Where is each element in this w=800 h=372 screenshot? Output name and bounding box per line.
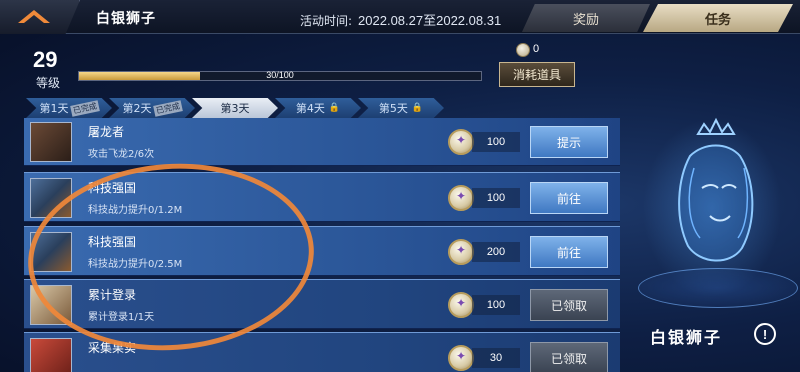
lion-head-icon [678, 117, 754, 262]
top-bar: 白银狮子 活动时间: 2022.08.27至2022.08.31 奖励 任务 [0, 0, 800, 34]
tab-day-2[interactable]: 第2天 已完成 [109, 98, 195, 118]
info-icon[interactable]: ! [754, 323, 776, 345]
reward-coin-icon [448, 185, 474, 211]
task-row: 采集果实 30 已领取 [24, 332, 620, 372]
completed-stamp: 已完成 [152, 99, 183, 117]
lion-emblem: 白银狮子 ! [630, 98, 800, 372]
page-title: 白银狮子 [96, 11, 156, 27]
hint-button[interactable]: 提示 [530, 126, 608, 158]
tab-day-3[interactable]: 第3天 [192, 98, 278, 118]
day-label: 第3天 [220, 102, 250, 115]
go-button[interactable]: 前往 [530, 236, 608, 268]
day-label: 第4天 [295, 102, 325, 115]
reward-amount: 200 [472, 242, 520, 262]
completed-stamp: 已完成 [69, 99, 100, 117]
dragon-slayer-icon [30, 122, 72, 162]
task-name: 屠龙者 [88, 125, 125, 139]
reward-amount: 30 [472, 348, 520, 368]
task-desc: 累计登录1/1天 [88, 312, 155, 323]
task-desc: 科技战力提升0/2.5M [88, 259, 183, 270]
task-row: 屠龙者 攻击飞龙2/6次 100 提示 [24, 118, 620, 166]
back-button[interactable] [0, 0, 80, 34]
reward-coin-icon [448, 345, 474, 371]
go-button[interactable]: 前往 [530, 182, 608, 214]
login-icon [30, 285, 72, 325]
task-name: 科技强国 [88, 235, 137, 249]
lock-icon: 🔒 [411, 103, 424, 113]
task-list[interactable]: 屠龙者 攻击飞龙2/6次 100 提示 科技强国 科技战力提升0/1.2M 10… [24, 118, 620, 372]
claimed-button[interactable]: 已领取 [530, 289, 608, 321]
reward-coin-icon [448, 129, 474, 155]
tab-day-1[interactable]: 第1天 已完成 [26, 98, 112, 118]
reward-amount: 100 [472, 295, 520, 315]
level-progress-text: 30/100 [266, 70, 294, 80]
day-label: 第2天 [122, 102, 152, 115]
emblem-name: 白银狮子 [650, 328, 723, 347]
tech-icon [30, 232, 72, 272]
task-desc: 科技战力提升0/1.2M [88, 205, 183, 216]
event-time-value: 2022.08.27至2022.08.31 [358, 13, 502, 28]
day-label: 第5天 [378, 102, 408, 115]
level-progress-bar: 30/100 [78, 70, 482, 81]
task-row: 科技强国 科技战力提升0/1.2M 100 前往 [24, 172, 620, 222]
event-time-label: 活动时间: [300, 14, 353, 28]
level-label: 等级 [36, 76, 61, 90]
task-name: 科技强国 [88, 181, 137, 195]
tech-icon [30, 178, 72, 218]
coin-icon [516, 43, 530, 57]
event-time: 活动时间: 2022.08.27至2022.08.31 [300, 10, 501, 29]
fruit-icon [30, 338, 72, 372]
tab-task[interactable]: 任务 [643, 4, 793, 32]
lock-icon: 🔒 [328, 103, 341, 113]
coin-count: 0 [533, 43, 540, 55]
task-name: 采集果实 [88, 341, 137, 355]
reward-amount: 100 [472, 188, 520, 208]
task-name: 累计登录 [88, 288, 137, 302]
task-desc: 攻击飞龙2/6次 [88, 149, 155, 160]
claimed-button[interactable]: 已领取 [530, 342, 608, 372]
reward-coin-icon [448, 239, 474, 265]
level-value: 29 [33, 47, 58, 72]
tab-day-5[interactable]: 第5天 🔒 [358, 98, 444, 118]
task-row: 科技强国 科技战力提升0/2.5M 200 前往 [24, 226, 620, 276]
reward-coin-icon [448, 292, 474, 318]
task-row: 累计登录 累计登录1/1天 100 已领取 [24, 279, 620, 329]
reward-amount: 100 [472, 132, 520, 152]
day-label: 第1天 [39, 102, 69, 115]
back-arrow-icon [18, 10, 50, 23]
tab-reward[interactable]: 奖励 [522, 4, 650, 32]
tab-day-4[interactable]: 第4天 🔒 [275, 98, 361, 118]
consume-items-button[interactable]: 消耗道具 [499, 62, 575, 87]
day-tabs: 第1天 已完成 第2天 已完成 第3天 第4天 🔒 第5天 🔒 [26, 98, 444, 118]
